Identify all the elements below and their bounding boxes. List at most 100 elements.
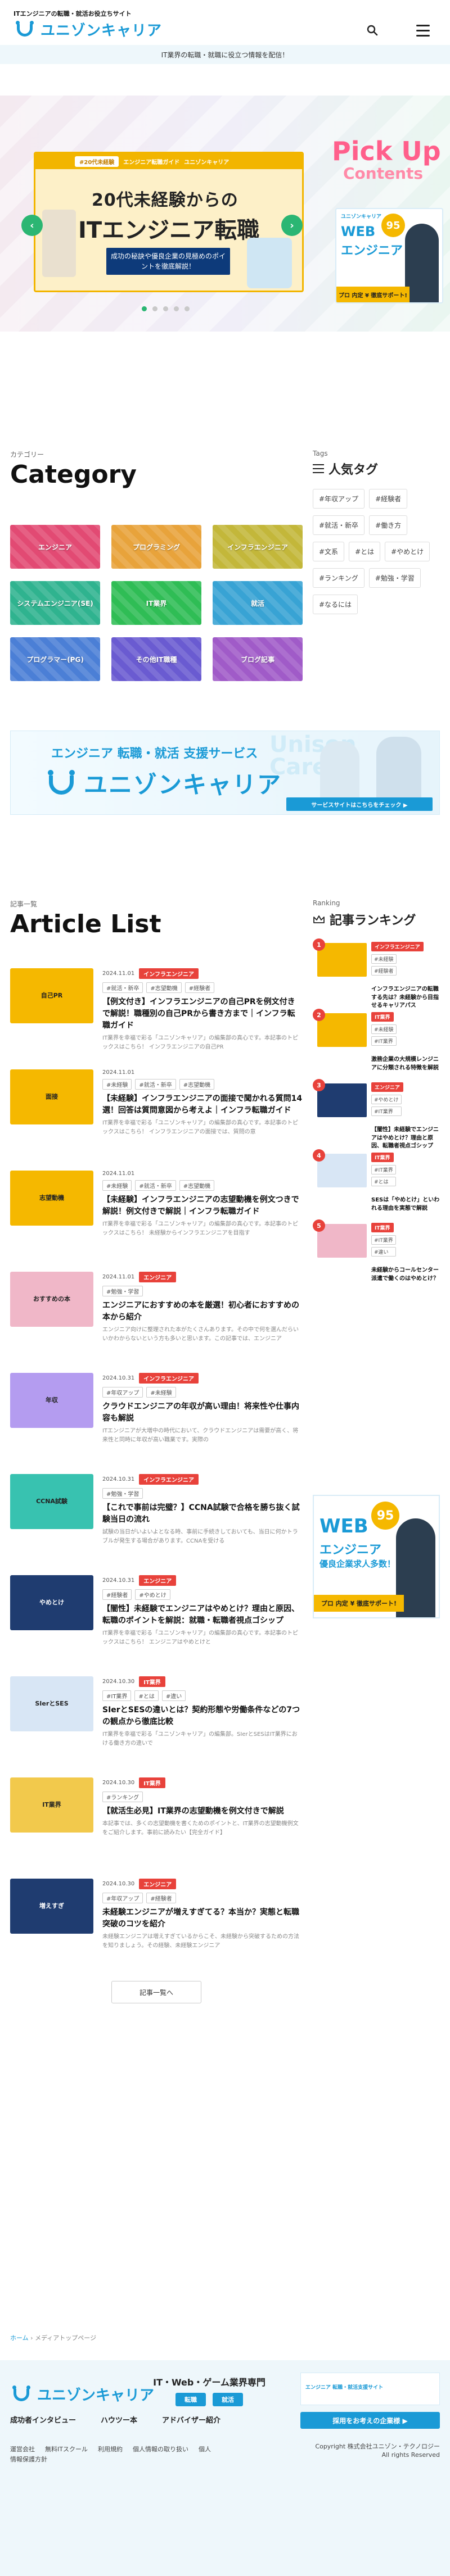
hero-slide[interactable]: #20代未経験 エンジニア転職ガイド ユニゾンキャリア 20代未経験からの IT… (34, 152, 304, 292)
article-title[interactable]: 【未経験】インフラエンジニアの面接で聞かれる質問14選！回答は質問意図から考えよ… (102, 1093, 303, 1117)
banner-service-button[interactable]: サービスサイトはこちらをチェック ▶ (286, 797, 433, 811)
article-category-badge[interactable]: エンジニア (139, 1272, 177, 1282)
article-tag[interactable]: #違い (161, 1690, 186, 1701)
ranking-category-badge[interactable]: IT業界 (371, 1223, 394, 1232)
article-tag[interactable]: #志望動機 (179, 1180, 215, 1191)
article-title[interactable]: 【就活生必見】IT業界の志望動機を例文付きで解説 (102, 1806, 303, 1817)
footer-legal-link[interactable]: 利用規約 (98, 2446, 123, 2453)
article-title[interactable]: 【これで事前は完璧？】CCNA試験で合格を勝ち抜く試験当日の流れ (102, 1502, 303, 1526)
service-banner[interactable]: Unison Career エンジニア 転職・就活 支援サービス ユニゾンキャリ… (10, 731, 440, 815)
footer-legal-link[interactable]: 無料ITスクール (45, 2446, 88, 2453)
article-tag[interactable]: #就活・新卒 (135, 1180, 176, 1191)
article-tag[interactable]: #勉強・学習 (102, 1286, 143, 1296)
category-tile[interactable]: エンジニア (10, 525, 100, 569)
article-item[interactable]: CCNA試験 2024.10.31 インフラエンジニア #勉強・学習 【これで事前は完璧… (10, 1458, 303, 1559)
carousel-prev-button[interactable]: ‹ (21, 215, 43, 236)
pickup-ad-banner[interactable]: ユニゾンキャリア 95 WEB エンジニア プロ 内定 ¥ 徹底サポート! (335, 208, 443, 303)
category-tile[interactable]: ブログ記事 (213, 637, 303, 681)
article-item[interactable]: 増えすぎ 2024.10.30 エンジニア #年収アップ #経験者 未経験エンジニアが増え… (10, 1863, 303, 1964)
tag-link[interactable]: #なるには (313, 595, 358, 614)
category-tile[interactable]: インフラエンジニア (213, 525, 303, 569)
article-tag[interactable]: #勉強・学習 (102, 1488, 143, 1499)
footer-link[interactable]: ハウツー本 (101, 2414, 137, 2425)
article-item[interactable]: 志望動機 2024.11.01 #未経験 #就活・新卒 #志望動機 【未経験】インフラエン… (10, 1155, 303, 1256)
article-tag[interactable]: #就活・新卒 (102, 982, 143, 993)
article-title[interactable]: クラウドエンジニアの年収が高い理由！将来性や仕事内容も解説 (102, 1401, 303, 1425)
tag-link[interactable]: #やめとけ (385, 542, 430, 561)
more-articles-button[interactable]: 記事一覧へ (111, 1981, 201, 2003)
article-item[interactable]: 自己PR 2024.11.01 インフラエンジニア #就活・新卒 #志望動機 #経験者 【例… (10, 953, 303, 1054)
footer-link[interactable]: アドバイザー紹介 (162, 2414, 220, 2425)
footer-ad-banner[interactable]: エンジニア 転職・就活支援サイト (300, 2373, 440, 2405)
article-tag[interactable]: #志望動機 (179, 1079, 215, 1090)
article-tag[interactable]: #年収アップ (102, 1893, 143, 1903)
article-thumbnail[interactable]: おすすめの本 (10, 1272, 93, 1327)
article-category-badge[interactable]: IT業界 (139, 1777, 165, 1788)
article-item[interactable]: IT業界 2024.10.30 IT業界 #ランキング 【就活生必見】IT業界の志望動機… (10, 1762, 303, 1863)
article-category-badge[interactable]: インフラエンジニア (139, 968, 199, 979)
article-thumbnail[interactable]: 年収 (10, 1373, 93, 1428)
article-title[interactable]: 【未経験】インフラエンジニアの志望動機を例文つきで解説！例文付きで解説｜インフラ… (102, 1194, 303, 1218)
ranking-item[interactable]: 1 インフラエンジニア #未経験 #経験者 インフラエンジニアの転職する先は？未経験から… (313, 938, 440, 1009)
category-tile[interactable]: システムエンジニア(SE) (10, 581, 100, 625)
footer-link[interactable]: 成功者インタビュー (10, 2414, 76, 2425)
article-item[interactable]: おすすめの本 2024.11.01 エンジニア #勉強・学習 エンジニアにおすすめの本を… (10, 1256, 303, 1357)
ranking-tag[interactable]: #IT業界 (371, 1106, 402, 1116)
tag-link[interactable]: #年収アップ (313, 489, 365, 509)
article-item[interactable]: やめとけ 2024.10.31 エンジニア #経験者 #やめとけ 【闇性】未経験でエンジニ… (10, 1559, 303, 1661)
ranking-category-badge[interactable]: IT業界 (371, 1153, 394, 1162)
article-tag[interactable]: #就活・新卒 (135, 1079, 176, 1090)
tag-link[interactable]: #就活・新卒 (313, 515, 365, 535)
recruit-cta-button[interactable]: 採用をお考えの企業様 ▶ (300, 2412, 440, 2429)
footer-logo[interactable]: ユニゾンキャリア (10, 2384, 154, 2405)
article-thumbnail[interactable]: やめとけ (10, 1575, 93, 1630)
carousel-dot[interactable] (184, 306, 190, 311)
article-thumbnail[interactable]: 自己PR (10, 968, 93, 1023)
ranking-item[interactable]: 5 IT業界 #IT業界 #違い 未経験からコールセンター派遣で働くのはやめとけ？ (313, 1219, 440, 1290)
carousel-dot[interactable] (163, 306, 168, 311)
ranking-tag[interactable]: #未経験 (371, 1024, 397, 1034)
category-tile[interactable]: プログラマー(PG) (10, 637, 100, 681)
tag-link[interactable]: #経験者 (369, 489, 408, 509)
carousel-dot[interactable] (152, 306, 158, 311)
ranking-title[interactable]: 激務企業の大規模レンジニアに分類される特徴を解説 (371, 1056, 440, 1072)
ranking-tag[interactable]: #IT業界 (371, 1235, 396, 1245)
article-tag[interactable]: #経験者 (146, 1893, 176, 1903)
ranking-tag[interactable]: #違い (371, 1247, 396, 1257)
article-category-badge[interactable]: エンジニア (139, 1575, 177, 1586)
article-tag[interactable]: #経験者 (102, 1589, 132, 1600)
ranking-title[interactable]: 【闇性】未経験でエンジニアはやめとけ？理由と原因、転職者視点ゴシップ (371, 1126, 440, 1151)
article-tag[interactable]: #やめとけ (135, 1589, 170, 1600)
search-icon[interactable] (367, 25, 378, 36)
hamburger-menu-icon[interactable] (416, 25, 430, 37)
ranking-thumbnail[interactable] (317, 1083, 367, 1117)
ranking-item[interactable]: 2 IT業界 #未経験 #IT業界 激務企業の大規模レンジニアに分類される特徴を解説 (313, 1009, 440, 1079)
footer-legal-link[interactable]: 個人情報の取り扱い (133, 2446, 188, 2453)
ranking-category-badge[interactable]: エンジニア (371, 1082, 404, 1092)
article-item[interactable]: 面接 2024.11.01 #未経験 #就活・新卒 #志望動機 【未経験】インフラエンジニ… (10, 1054, 303, 1155)
article-title[interactable]: 【例文付き】インフラエンジニアの自己PRを例文付きで解説！職種別の自己PRから書… (102, 996, 303, 1032)
article-thumbnail[interactable]: CCNA試験 (10, 1474, 93, 1529)
category-tile[interactable]: IT業界 (111, 581, 201, 625)
article-thumbnail[interactable]: 面接 (10, 1069, 93, 1124)
ranking-title[interactable]: インフラエンジニアの転職する先は？未経験から目指せるキャリアパス (371, 986, 440, 1010)
article-title[interactable]: エンジニアにおすすめの本を厳選！初心者におすすめの本から紹介 (102, 1300, 303, 1323)
article-thumbnail[interactable]: 増えすぎ (10, 1879, 93, 1934)
ranking-title[interactable]: 未経験からコールセンター派遣で働くのはやめとけ？ (371, 1267, 440, 1283)
tag-link[interactable]: #働き方 (369, 515, 408, 535)
article-thumbnail[interactable]: SIerとSES (10, 1676, 93, 1731)
article-category-badge[interactable]: エンジニア (139, 1879, 177, 1889)
article-tag[interactable]: #経験者 (184, 982, 215, 993)
ranking-thumbnail[interactable] (317, 1154, 367, 1187)
article-tag[interactable]: #未経験 (146, 1387, 176, 1398)
article-thumbnail[interactable]: 志望動機 (10, 1171, 93, 1226)
ranking-tag[interactable]: #やめとけ (371, 1095, 402, 1104)
article-category-badge[interactable]: インフラエンジニア (139, 1474, 199, 1485)
footer-jobhunt-button[interactable]: 就活 (213, 2393, 243, 2406)
ranking-category-badge[interactable]: IT業界 (371, 1012, 394, 1022)
carousel-dot[interactable] (174, 306, 179, 311)
ranking-category-badge[interactable]: インフラエンジニア (371, 942, 424, 951)
article-category-badge[interactable]: IT業界 (139, 1676, 165, 1687)
footer-legal-link[interactable]: 運営会社 (10, 2446, 35, 2453)
tag-link[interactable]: #とは (349, 542, 381, 561)
